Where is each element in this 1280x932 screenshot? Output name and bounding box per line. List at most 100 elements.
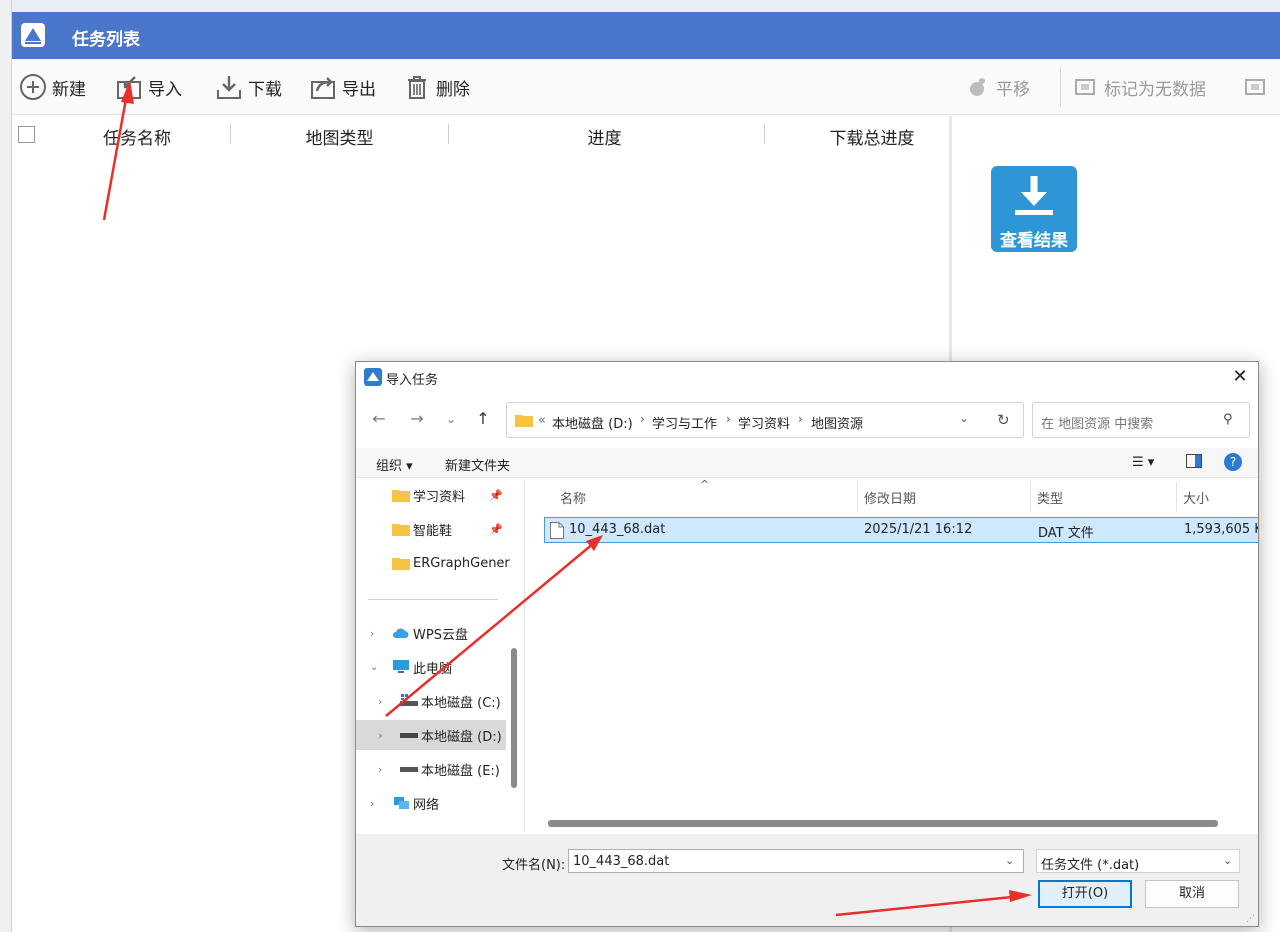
quick-access-label: 智能鞋 [413,523,453,539]
address-dropdown-chevron-icon[interactable]: ⌄ [959,411,969,425]
folder-icon [392,490,410,502]
mark-nodata-button-label: 标记为无数据 [1104,79,1206,100]
breadcrumb-part[interactable]: 地图资源 [811,413,863,432]
filename-label: 文件名(N): [502,858,566,873]
column-header-name[interactable]: 名称 [560,488,586,507]
tree-item-label: 本地磁盘 (E:) [421,763,500,779]
column-separator [1176,482,1177,512]
organize-button[interactable]: 组织 ▾ [376,455,413,474]
trash-icon [402,72,432,102]
breadcrumb-chevron-icon: › [726,412,731,426]
breadcrumb-chevron-icon: › [798,412,803,426]
view-options-icon[interactable]: ☰ ▾ [1132,455,1154,470]
chevron-down-icon[interactable]: ⌄ [1223,854,1232,867]
import-button[interactable]: 导入 [114,71,182,103]
app-logo-icon [364,368,382,386]
back-arrow-icon[interactable]: ← [368,408,390,430]
export-button[interactable]: 导出 [308,71,376,103]
recent-locations-chevron-icon[interactable]: ⌄ [440,408,462,430]
quick-access-item[interactable]: ERGraphGener [356,548,510,578]
column-separator [857,482,858,512]
breadcrumb-part[interactable]: 本地磁盘 (D:) [552,413,633,432]
quick-access-label: ERGraphGener [413,555,510,571]
breadcrumb-part[interactable]: 学习与工作 [652,413,717,432]
tree-item-drive-c[interactable]: › 本地磁盘 (C:) [356,686,506,716]
drive-icon [400,733,418,738]
overflow-tool-button[interactable] [1240,71,1270,103]
file-row[interactable]: 10_443_68.dat 2025/1/21 16:12 DAT 文件 1,5… [544,517,1258,543]
collapse-chevron-icon[interactable]: ⌄ [370,662,378,673]
expand-chevron-icon[interactable]: › [378,695,382,708]
pane-separator[interactable] [524,480,525,832]
search-icon: ⚲ [1223,412,1233,427]
close-icon[interactable]: ✕ [1226,366,1254,388]
frame-icon [1240,72,1270,102]
column-separator [1030,482,1031,512]
task-table-header: 任务名称 地图类型 进度 下载总进度 [12,116,952,154]
import-button-label: 导入 [148,79,182,100]
quick-access-item[interactable]: 智能鞋 📌 [356,514,506,544]
download-button-label: 下载 [248,79,282,100]
organize-label: 组织 [376,459,403,474]
delete-button-label: 删除 [436,79,470,100]
tree-item-label: 网络 [413,797,440,813]
nav-pane-scrollbar[interactable] [511,648,517,788]
column-header-total-progress[interactable]: 下载总进度 [777,124,967,149]
pan-button[interactable]: 平移 [962,71,1030,103]
expand-chevron-icon[interactable]: › [378,729,382,742]
file-modified: 2025/1/21 16:12 [864,522,973,537]
dialog-title-bar: 导入任务 ✕ [356,362,1258,392]
tree-item-drive-d[interactable]: › 本地磁盘 (D:) [356,720,506,750]
export-button-label: 导出 [342,79,376,100]
expand-chevron-icon[interactable]: › [370,627,374,640]
refresh-icon[interactable]: ↻ [997,411,1010,429]
tree-item-label: 此电脑 [413,661,453,677]
breadcrumb-part[interactable]: 学习资料 [738,413,790,432]
help-icon[interactable]: ? [1224,453,1242,475]
chevron-down-icon[interactable]: ⌄ [1005,854,1014,867]
tree-item-network[interactable]: › 网络 [356,788,506,818]
view-result-button[interactable]: 查看结果 [991,166,1077,252]
resize-grip-icon[interactable]: ⋰ [1246,914,1255,924]
search-placeholder: 在 地图资源 中搜索 [1041,417,1154,432]
open-button[interactable]: 打开(O) [1038,880,1132,908]
download-icon [214,72,244,102]
cancel-button[interactable]: 取消 [1145,880,1239,908]
mark-nodata-button[interactable]: 标记为无数据 [1070,71,1206,103]
column-header-task-name[interactable]: 任务名称 [72,124,202,149]
up-arrow-icon[interactable]: ↑ [472,408,494,430]
window-top-strip [0,0,1280,12]
pin-icon: 📌 [489,522,503,536]
search-box[interactable]: 在 地图资源 中搜索 ⚲ [1032,402,1250,438]
windows-drive-icon [400,694,418,706]
folder-icon [392,558,410,570]
horizontal-scrollbar[interactable] [548,820,1218,827]
tree-item-wps-cloud[interactable]: › WPS云盘 [356,618,506,648]
filetype-select[interactable]: 任务文件 (*.dat) ⌄ [1036,849,1240,873]
column-header-type[interactable]: 类型 [1037,488,1063,507]
download-button[interactable]: 下载 [214,71,282,103]
new-folder-button[interactable]: 新建文件夹 [445,455,510,474]
column-header-size[interactable]: 大小 [1183,488,1209,507]
tree-item-this-pc[interactable]: ⌄ 此电脑 [356,652,506,682]
svg-text:?: ? [1230,455,1236,469]
breadcrumb-overflow[interactable]: « [538,413,546,428]
address-bar[interactable]: « 本地磁盘 (D:) › 学习与工作 › 学习资料 › 地图资源 ⌄ ↻ [506,402,1024,438]
column-header-map-type[interactable]: 地图类型 [242,124,437,149]
column-header-modified[interactable]: 修改日期 [864,488,916,507]
forward-arrow-icon[interactable]: → [406,408,428,430]
navigation-row: ← → ⌄ ↑ « 本地磁盘 (D:) › 学习与工作 › 学习资料 › 地图资… [356,398,1258,438]
pan-button-label: 平移 [996,79,1030,100]
filename-field[interactable]: 10_443_68.dat ⌄ [568,849,1024,873]
file-list-pane: 名称 ^ 修改日期 类型 大小 10_443_68.dat 2025/1/21 … [528,480,1258,832]
delete-button[interactable]: 删除 [402,71,470,103]
preview-pane-icon[interactable] [1186,454,1202,472]
column-header-progress[interactable]: 进度 [462,124,747,149]
filetype-value: 任务文件 (*.dat) [1041,858,1140,873]
tree-item-drive-e[interactable]: › 本地磁盘 (E:) [356,754,506,784]
expand-chevron-icon[interactable]: › [370,797,374,810]
new-button[interactable]: 新建 [18,71,86,103]
expand-chevron-icon[interactable]: › [378,763,382,776]
select-all-checkbox[interactable] [18,126,35,143]
quick-access-item[interactable]: 学习资料 📌 [356,480,506,510]
